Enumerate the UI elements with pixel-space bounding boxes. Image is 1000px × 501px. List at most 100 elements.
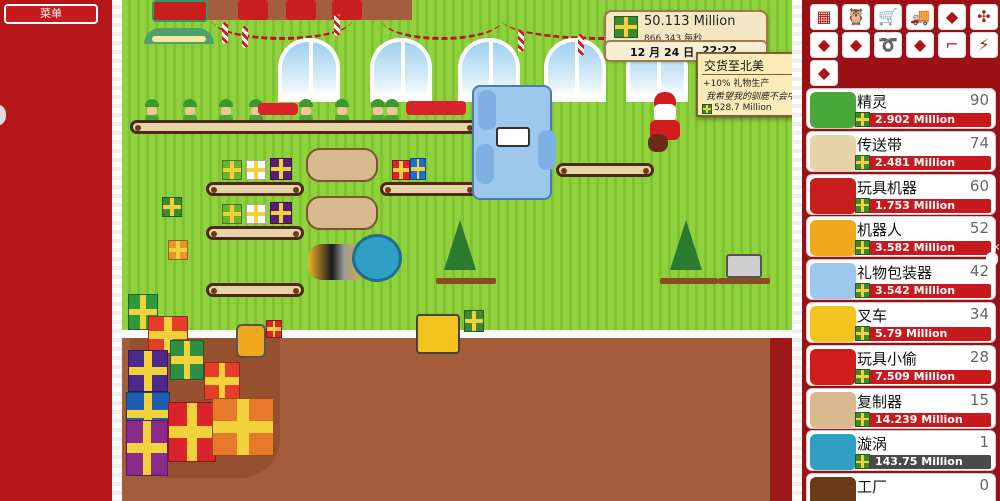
candy-cane-icon (222, 22, 228, 44)
network-icon[interactable]: ✣ (970, 4, 998, 30)
toy-pile (406, 101, 466, 115)
sunglasses-icon[interactable]: ⌐ (938, 32, 966, 58)
candy-cane-icon (518, 30, 524, 52)
garland (212, 0, 352, 40)
building-count: 34 (969, 305, 989, 323)
building-icon (810, 134, 856, 171)
truck-icon[interactable]: 🚚 (906, 4, 934, 30)
gift-icon (614, 16, 638, 38)
rainbow-gifts-icon[interactable]: ▦ (810, 4, 838, 30)
building-item[interactable]: 复制器 15 14.239 Million (806, 387, 996, 429)
gift-icon (204, 362, 240, 400)
building-item[interactable]: 叉车 34 5.79 Million (806, 302, 996, 343)
building-item[interactable]: 工厂 0 (806, 473, 996, 501)
gift-icon (855, 368, 870, 384)
building-price: 14.239 Million (855, 411, 991, 427)
cart-icon[interactable]: 🛒 (874, 4, 902, 30)
machine-arm (478, 90, 496, 130)
radio-icon (726, 254, 762, 278)
gift-total: 50.113 Million (644, 14, 736, 29)
building-count: 42 (969, 262, 989, 281)
building-name: 精灵 (857, 93, 888, 111)
christmas-tree-icon (670, 220, 702, 270)
tooltip-title: 交货至北美 (704, 59, 765, 73)
candy-cane-icon (334, 14, 340, 36)
building-item[interactable]: 玩具机器 60 1.753 Million (806, 173, 996, 215)
building-item[interactable]: 精灵 90 2.902 Million (806, 88, 996, 129)
game-scene (122, 0, 792, 501)
price-label: 3.582 Million (875, 241, 956, 255)
ribbon-icon[interactable]: ➰ (874, 32, 902, 58)
top-machine (238, 0, 268, 20)
asia-map-icon[interactable]: ◆ (842, 32, 870, 58)
gift-icon (855, 197, 870, 213)
building-price: 1.753 Million (855, 197, 991, 213)
africa-map-icon[interactable]: ◆ (906, 32, 934, 58)
menu-button[interactable]: 菜单 (4, 4, 98, 24)
window (544, 38, 606, 102)
machine-arm (476, 144, 494, 184)
shelf (436, 278, 496, 284)
left-panel: 菜单 (0, 0, 122, 501)
building-price: 143.75 Million (855, 454, 991, 470)
owl-icon[interactable]: 🦉 (842, 4, 870, 30)
machine-arm (538, 130, 556, 170)
building-icon (810, 391, 856, 428)
helper-face-icon[interactable] (986, 252, 998, 266)
australia-map-icon[interactable]: ◆ (810, 60, 838, 86)
building-item[interactable]: 漩涡 1 143.75 Million (806, 430, 996, 472)
gift-icon (392, 160, 410, 180)
building-price: 2.902 Million (855, 112, 991, 127)
gift-icon (855, 326, 870, 341)
vortex-globe (352, 234, 402, 282)
ceiling-lamp-glow (152, 36, 206, 42)
gift-icon (464, 310, 484, 332)
building-name: 复制器 (857, 392, 903, 411)
price-label: 7.509 Million (875, 369, 956, 383)
top-machine (286, 0, 316, 20)
building-name: 玩具机器 (857, 178, 918, 197)
building-count: 74 (969, 133, 989, 152)
robot-icon (236, 324, 266, 358)
gift-icon (270, 158, 292, 180)
lightning-icon[interactable]: ⚡ (970, 32, 998, 58)
europe-map-icon[interactable]: ◆ (810, 32, 838, 58)
gift-icon (246, 160, 266, 180)
gift-icon (246, 204, 266, 224)
tooltip-bonus: +10% 礼物生产 (703, 79, 770, 89)
upgrade-icon-grid: ▦ 🦉 🛒 🚚 ◆ ✣ ◆ ◆ ➰ ◆ ⌐ ⚡ ◆ (806, 0, 998, 86)
building-name: 漩涡 (857, 435, 888, 454)
building-name: 机器人 (857, 221, 903, 240)
gift-icon (212, 398, 274, 456)
window (370, 38, 432, 102)
building-icon (810, 92, 856, 128)
floor-rail (770, 338, 792, 501)
building-item[interactable]: 玩具小偷 28 7.509 Million (806, 344, 996, 386)
building-list: 精灵 90 2.902 Million 传送带 74 2.481 Million 玩具机器 6… (806, 88, 996, 501)
top-machine (152, 0, 208, 22)
price-label: 3.542 Million (875, 284, 956, 298)
sack-machine (306, 148, 378, 182)
price-label: 143.75 Million (875, 455, 963, 469)
conveyor-belt (130, 120, 478, 134)
building-price: 3.582 Million (855, 240, 991, 256)
building-item[interactable]: 传送带 74 2.481 Million (806, 130, 996, 172)
gift-icon (266, 320, 282, 338)
building-count: 28 (969, 347, 989, 366)
building-price: 5.79 Million (855, 326, 991, 341)
forklift-icon (416, 314, 460, 354)
building-price: 3.542 Million (855, 283, 991, 299)
gift-icon (168, 240, 188, 260)
window (278, 38, 340, 102)
building-name: 玩具小偷 (857, 349, 918, 368)
candy-cane-icon (578, 34, 584, 56)
conveyor-belt (380, 182, 478, 196)
building-item[interactable]: 机器人 52 3.582 Million (806, 216, 996, 258)
south-america-map-icon[interactable]: ◆ (938, 4, 966, 30)
building-name: 礼物包装器 (857, 264, 933, 283)
gift-icon (162, 197, 182, 217)
thief-sack (648, 134, 668, 152)
building-item[interactable]: 礼物包装器 42 3.542 Million (806, 259, 996, 301)
side-handle[interactable] (0, 104, 6, 126)
building-count: 60 (969, 176, 989, 195)
